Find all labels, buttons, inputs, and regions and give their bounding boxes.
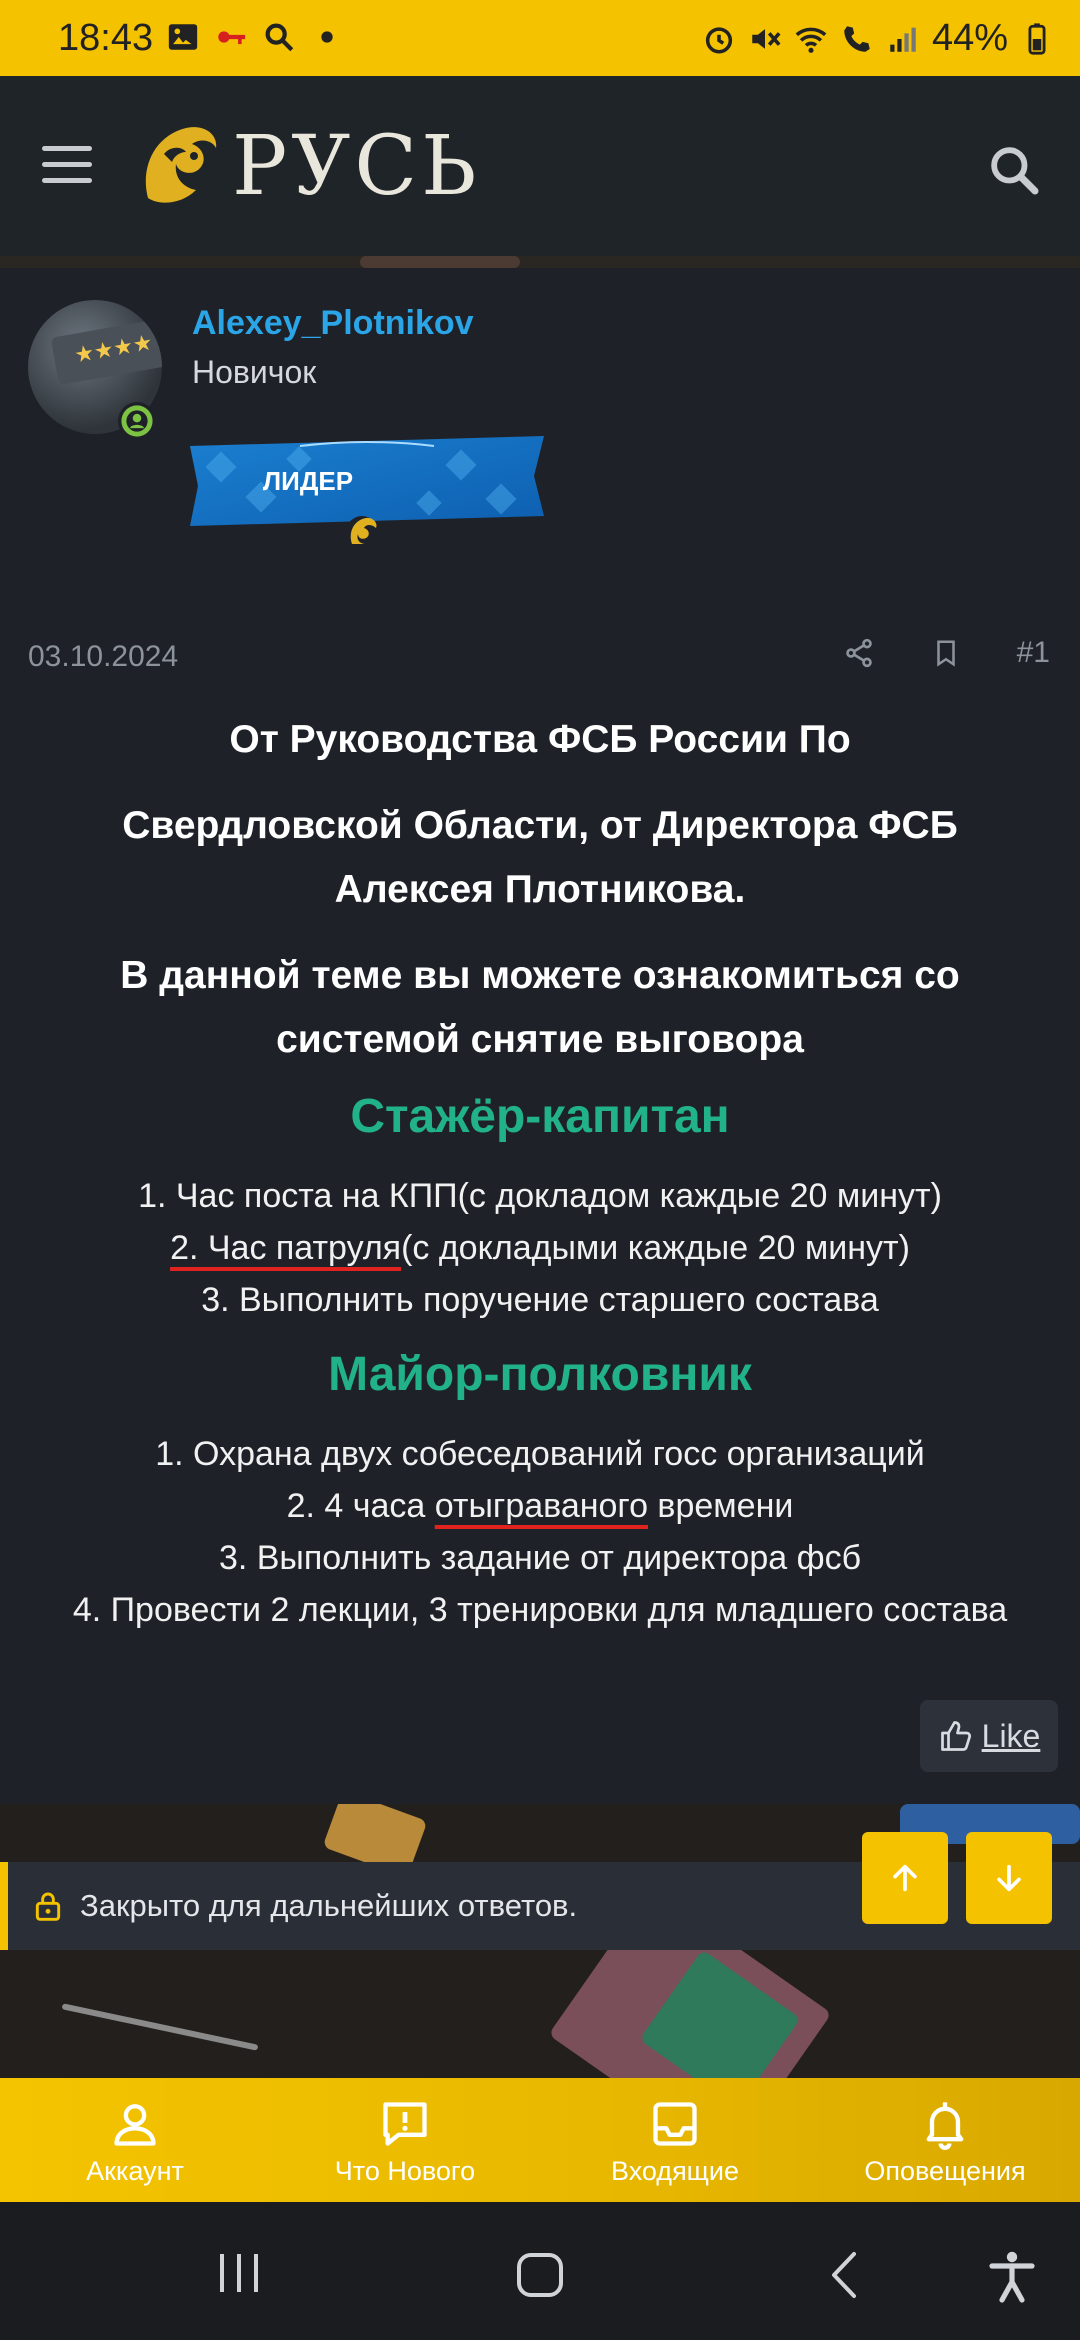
bell-icon: [926, 2102, 964, 2150]
nav-whats-new-label: Что Нового: [334, 2156, 476, 2186]
closed-notice-text: Закрыто для дальнейших ответов.: [80, 1888, 578, 1923]
signal-icon: [890, 27, 916, 52]
topic-line-1: В данной теме вы можете ознакомиться со: [120, 954, 960, 997]
dot-icon: [321, 31, 333, 43]
site-logo[interactable]: РУСЬ: [134, 116, 480, 216]
recent-apps-icon[interactable]: [214, 2250, 264, 2296]
wifi-icon: [795, 27, 827, 53]
leader-banner: ЛИДЕР: [190, 436, 544, 548]
list-item: 3. Выполнить задание от директора фсб: [218, 1539, 862, 1577]
alarm-icon: [705, 26, 733, 54]
arrow-down-icon: [997, 1864, 1021, 1892]
nav-account-label: Аккаунт: [86, 2156, 184, 2186]
post-number[interactable]: #1: [1017, 636, 1050, 670]
list-item: 4. Провести 2 лекции, 3 тренировки для м…: [72, 1591, 1008, 1629]
status-bar: 18:43 44%: [0, 0, 1080, 76]
section-title-1: Стажёр-капитан: [350, 1090, 730, 1143]
post-author[interactable]: Alexey_Plotnikov: [192, 304, 474, 343]
system-icons: 44%: [702, 17, 1054, 60]
nav-alerts-label: Оповещения: [864, 2156, 1026, 2186]
search-icon[interactable]: [986, 142, 1042, 198]
underlined-text: 2. Час патруля: [170, 1229, 402, 1267]
back-icon[interactable]: [824, 2250, 864, 2300]
bottom-navigation: Аккаунт Что Нового Входящие Оповещения: [0, 2078, 1080, 2202]
site-header: РУСЬ: [0, 76, 1080, 256]
share-icon[interactable]: [843, 637, 875, 669]
list-item: 2. 4 часа отыграваного времени: [0, 1480, 1080, 1532]
nav-inbox[interactable]: Входящие: [540, 2078, 810, 2202]
background-decoration: [0, 256, 1080, 268]
nav-inbox-label: Входящие: [610, 2156, 739, 2186]
logo-text: РУСЬ: [232, 118, 481, 214]
like-icon: [940, 1721, 971, 1751]
logo-emblem-icon: [145, 127, 217, 203]
topic-line-2: системой снятие выговора: [276, 1018, 804, 1061]
menu-icon[interactable]: [42, 146, 92, 186]
like-button[interactable]: Like: [920, 1700, 1058, 1772]
mute-icon: [752, 28, 781, 49]
intro-line-1: От Руководства ФСБ России По: [229, 718, 851, 761]
list-item-text: 2. 4 часа: [286, 1487, 435, 1525]
system-navigation-bar: [0, 2202, 1080, 2340]
user-icon: [114, 2104, 156, 2146]
gallery-icon: [168, 24, 198, 50]
underlined-text: отыграваного: [434, 1487, 648, 1525]
scroll-up-button[interactable]: [862, 1832, 948, 1924]
list-item: 3. Выполнить поручение старшего состава: [201, 1281, 879, 1319]
nav-account[interactable]: Аккаунт: [0, 2078, 270, 2202]
chat-alert-icon: [383, 2102, 427, 2146]
lock-icon: [35, 1892, 61, 1921]
post-content: От Руководства ФСБ России По Свердловско…: [0, 708, 1080, 1636]
scroll-down-button[interactable]: [966, 1832, 1052, 1924]
inbox-icon: [653, 2102, 697, 2146]
intro-line-3: Алексея Плотникова.: [334, 868, 746, 911]
user-title: Новичок: [192, 354, 317, 390]
post-actions: #1: [843, 636, 1050, 670]
status-time: 18:43: [58, 17, 154, 59]
arrow-up-icon: [893, 1864, 917, 1892]
nav-alerts[interactable]: Оповещения: [810, 2078, 1080, 2202]
battery-icon: [1028, 22, 1046, 55]
list-item-text: (с докладыми каждые 20 минут): [401, 1229, 910, 1267]
home-icon[interactable]: [514, 2250, 566, 2300]
post-card: ★★★★ Alexey_Plotnikov Новичок ЛИДЕР 03.1…: [0, 268, 1080, 1804]
banner-label: ЛИДЕР: [262, 466, 354, 496]
list-item: 1. Охрана двух собеседований госс органи…: [155, 1435, 925, 1473]
wifi-call-icon: [844, 25, 870, 52]
battery-percent: 44%: [931, 17, 1008, 59]
section-title-2: Майор-полковник: [328, 1348, 752, 1401]
intro-line-2: Свердловской Области, от Директора ФСБ: [122, 804, 958, 847]
post-date[interactable]: 03.10.2024: [28, 640, 178, 674]
accessibility-icon[interactable]: [988, 2250, 1036, 2304]
list-item-text: времени: [647, 1487, 794, 1525]
like-label: Like: [981, 1717, 1041, 1754]
bookmark-icon[interactable]: [931, 637, 961, 669]
list-item: 1. Час поста на КПП(с докладом каждые 20…: [138, 1177, 942, 1215]
nav-whats-new[interactable]: Что Нового: [270, 2078, 540, 2202]
online-status-icon: [118, 402, 156, 440]
search-status-icon: [265, 23, 294, 52]
key-icon: [218, 31, 246, 45]
list-item: 2. Час патруля(с докладыми каждые 20 мин…: [0, 1222, 1080, 1274]
notification-icons: [166, 20, 344, 54]
